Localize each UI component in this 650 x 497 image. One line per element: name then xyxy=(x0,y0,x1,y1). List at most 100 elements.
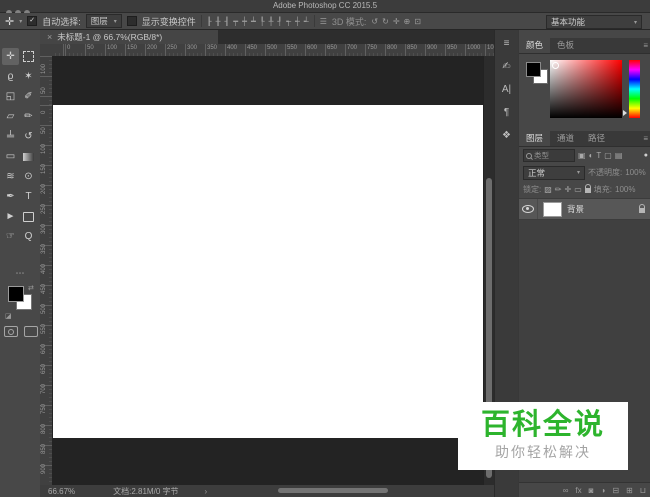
hue-slider[interactable] xyxy=(629,60,640,118)
panel-foreground-swatch[interactable] xyxy=(526,62,541,77)
filter-shape-icon[interactable]: ▢ xyxy=(604,151,612,160)
align-icon[interactable]: ╀ xyxy=(269,17,274,26)
pen-tool[interactable]: ✒ xyxy=(2,188,19,205)
3d-mode-icon[interactable]: ⊕ xyxy=(404,17,411,26)
adjustments-icon[interactable]: ≡ xyxy=(504,38,510,49)
character-icon[interactable]: A| xyxy=(502,84,511,95)
brush-tool[interactable]: ✏ xyxy=(20,108,37,125)
filter-toggle-icon[interactable]: ● xyxy=(644,152,648,159)
hand-tool[interactable]: ☞ xyxy=(2,228,19,245)
paragraph-icon[interactable]: ¶ xyxy=(504,107,509,118)
align-icon[interactable]: ╂ xyxy=(216,17,221,26)
quick-mask-icon[interactable] xyxy=(4,326,18,337)
auto-select-dropdown[interactable]: 图层 ▾ xyxy=(85,14,122,28)
3d-mode-icon[interactable]: ⊡ xyxy=(414,17,421,26)
path-select-tool[interactable]: ► xyxy=(2,208,19,225)
marquee-tool[interactable] xyxy=(20,48,37,65)
gradient-tool[interactable] xyxy=(20,148,37,165)
link-layers-icon[interactable]: ∞ xyxy=(563,486,569,495)
align-icon[interactable]: ┭ xyxy=(286,17,291,26)
3d-icon[interactable]: ❖ xyxy=(502,130,511,141)
adjustment-layer-icon[interactable]: ◑ xyxy=(601,486,606,495)
layer-effects-icon[interactable]: fx xyxy=(575,486,581,495)
edit-toolbar-icon[interactable]: ⋯ xyxy=(0,268,40,279)
saturation-square[interactable] xyxy=(550,60,622,118)
tab-swatches[interactable]: 色板 xyxy=(550,38,581,53)
crop-tool[interactable]: ◱ xyxy=(2,88,19,105)
layer-mask-icon[interactable]: ◙ xyxy=(589,486,594,495)
current-tool-icon[interactable]: ✛ xyxy=(5,15,14,28)
panel-menu-icon[interactable]: ≡ xyxy=(643,38,648,53)
zoom-tool[interactable]: Q xyxy=(20,228,37,245)
eye-icon[interactable] xyxy=(522,205,534,213)
lock-position-icon[interactable]: ✛ xyxy=(565,185,572,194)
brush-settings-icon[interactable]: ✍ xyxy=(502,61,510,72)
fill-value[interactable]: 100% xyxy=(615,185,635,194)
screen-mode-icon[interactable] xyxy=(24,326,38,337)
magic-wand-tool[interactable]: ✶ xyxy=(20,68,37,85)
lock-transparent-icon[interactable]: ▨ xyxy=(544,185,552,194)
3d-mode-icon[interactable]: ✛ xyxy=(393,17,400,26)
horizontal-scrollbar-thumb[interactable] xyxy=(278,488,388,493)
swap-colors-icon[interactable]: ⇄ xyxy=(28,284,34,292)
align-icon[interactable]: ┨ xyxy=(224,17,229,26)
align-icon[interactable]: ┦ xyxy=(277,17,282,26)
3d-mode-icon[interactable]: ↻ xyxy=(382,17,389,26)
tab-channels[interactable]: 通道 xyxy=(550,131,581,146)
tab-paths[interactable]: 路径 xyxy=(581,131,612,146)
search-icon xyxy=(526,152,532,159)
show-transform-checkbox[interactable] xyxy=(126,16,137,26)
layer-visibility-cell[interactable] xyxy=(519,199,538,219)
opacity-label: 不透明度: xyxy=(588,168,623,177)
filter-smart-object-icon[interactable]: ▤ xyxy=(615,151,623,160)
align-icon[interactable]: ┞ xyxy=(260,17,265,26)
filter-adjustment-icon[interactable]: ◐ xyxy=(589,151,594,160)
layer-name[interactable]: 背景 xyxy=(567,203,584,215)
default-colors-icon[interactable]: ◪ xyxy=(5,312,12,320)
status-chevron-icon[interactable]: › xyxy=(205,487,208,496)
layer-filter-search[interactable]: 类型 xyxy=(523,149,575,162)
filter-type-icon[interactable]: T xyxy=(596,151,601,160)
shape-tool[interactable] xyxy=(20,208,37,225)
close-tab-icon[interactable]: × xyxy=(47,32,52,42)
panel-menu-icon[interactable]: ≡ xyxy=(643,131,648,146)
blur-tool[interactable]: ≋ xyxy=(2,168,19,185)
dodge-tool[interactable]: ⊙ xyxy=(20,168,37,185)
lock-all-icon[interactable] xyxy=(584,184,591,193)
layer-thumbnail[interactable] xyxy=(543,201,562,217)
opacity-value[interactable]: 100% xyxy=(625,168,645,177)
align-icon[interactable]: ┿ xyxy=(242,17,247,26)
new-group-icon[interactable]: ⊟ xyxy=(612,486,619,495)
align-icon[interactable]: ┯ xyxy=(233,17,238,26)
history-brush-tool[interactable]: ↺ xyxy=(20,128,37,145)
tab-layers[interactable]: 图层 xyxy=(519,131,551,146)
tab-color[interactable]: 颜色 xyxy=(519,38,551,53)
lock-pixels-icon[interactable]: ✏ xyxy=(555,185,562,194)
eraser-tool[interactable]: ▭ xyxy=(2,148,19,165)
move-tool[interactable]: ✛ xyxy=(2,48,19,65)
layer-row-background[interactable]: 背景 xyxy=(519,198,650,220)
align-icon[interactable]: ┷ xyxy=(251,17,256,26)
lock-artboard-icon[interactable]: ▭ xyxy=(574,185,582,194)
tool-preset-arrow-icon[interactable]: ▾ xyxy=(19,18,22,25)
canvas[interactable] xyxy=(53,105,483,438)
zoom-level[interactable]: 66.67% xyxy=(48,487,75,496)
3d-mode-icon[interactable]: ↺ xyxy=(371,17,378,26)
document-tab[interactable]: × 未标题-1 @ 66.7%(RGB/8*) xyxy=(40,30,218,44)
new-layer-icon[interactable]: ⊞ xyxy=(626,486,633,495)
clone-stamp-tool[interactable]: ╧ xyxy=(2,128,19,145)
filter-image-icon[interactable]: ▣ xyxy=(578,151,586,160)
lasso-tool[interactable]: ϱ xyxy=(2,68,19,85)
align-icon[interactable]: ┠ xyxy=(207,17,212,26)
align-icon[interactable]: ┽ xyxy=(295,17,300,26)
options-menu-icon[interactable]: ☰ xyxy=(320,17,327,26)
foreground-color-swatch[interactable] xyxy=(8,286,24,302)
healing-brush-tool[interactable]: ▱ xyxy=(2,108,19,125)
align-icon[interactable]: ┵ xyxy=(304,17,309,26)
workspace-dropdown[interactable]: 基本功能 ▾ xyxy=(546,15,642,29)
auto-select-checkbox[interactable]: ✓ xyxy=(27,16,38,26)
eyedropper-tool[interactable]: ✐ xyxy=(20,88,37,105)
delete-layer-icon[interactable]: ⊔ xyxy=(640,486,646,495)
type-tool[interactable]: T xyxy=(20,188,37,205)
blend-mode-dropdown[interactable]: 正常 ▾ xyxy=(523,165,585,180)
